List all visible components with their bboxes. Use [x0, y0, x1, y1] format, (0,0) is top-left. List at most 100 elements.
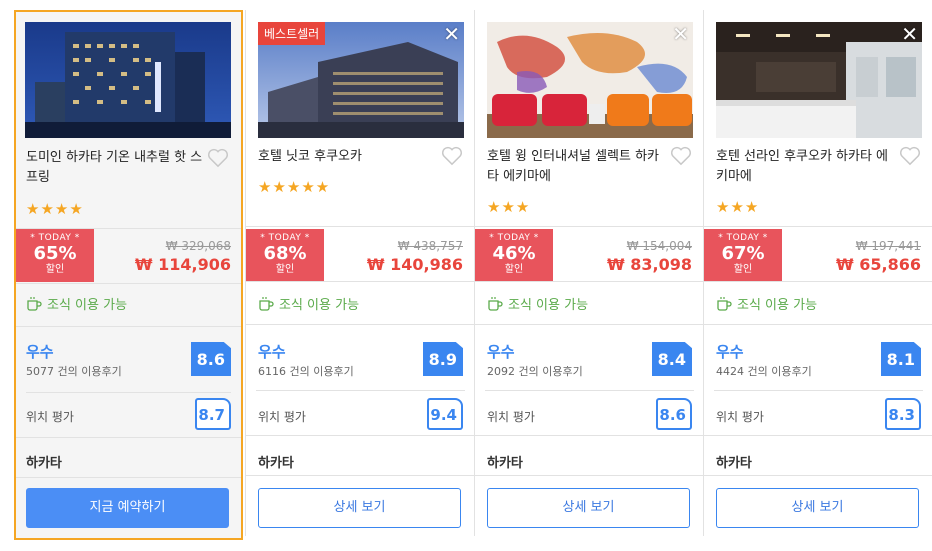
divider: [16, 283, 241, 284]
location-score: 8.6: [656, 398, 692, 430]
divider: [16, 477, 241, 478]
discount-percent: 46%: [492, 243, 536, 264]
hotel-photo[interactable]: 베스트셀러 ✕: [258, 22, 464, 138]
today-discount-badge: * TODAY * 46% 할인: [475, 229, 553, 282]
breakfast-label: 조식 이용 가능: [279, 298, 360, 313]
today-label: * TODAY *: [718, 233, 768, 243]
today-discount-badge: * TODAY * 65% 할인: [16, 229, 94, 282]
coffee-cup-icon: [259, 296, 274, 311]
sale-price: ₩ 114,906: [134, 255, 231, 274]
bestseller-badge: 베스트셀러: [258, 22, 326, 45]
review-grade: 우수: [487, 343, 515, 361]
today-label: * TODAY *: [30, 233, 80, 243]
divider: [714, 390, 923, 391]
discount-percent: 68%: [263, 243, 307, 264]
hotel-area: 하카타: [716, 456, 752, 471]
discount-word: 할인: [504, 264, 524, 275]
sale-price: ₩ 65,866: [836, 255, 921, 274]
divider: [704, 435, 932, 436]
discount-percent: 65%: [33, 243, 77, 264]
review-count[interactable]: 6116 건의 이용후기: [258, 363, 354, 379]
hotel-name[interactable]: 호텐 선라인 후쿠오카 하카타 에키마에: [716, 147, 896, 187]
divider: [704, 324, 932, 325]
star-rating: ★★★: [716, 198, 760, 216]
discount-percent: 67%: [721, 243, 765, 264]
breakfast-label: 조식 이용 가능: [508, 298, 589, 313]
review-score: 8.9: [423, 342, 463, 376]
star-rating: ★★★★: [26, 200, 84, 218]
hotel-photo[interactable]: [25, 22, 231, 138]
discount-word: 할인: [733, 264, 753, 275]
today-label: * TODAY *: [260, 233, 310, 243]
hotel-area: 하카타: [26, 456, 62, 471]
location-score: 8.7: [195, 398, 231, 430]
location-rating-label: 위치 평가: [716, 410, 764, 424]
heart-icon[interactable]: [441, 146, 463, 166]
location-rating-label: 위치 평가: [26, 410, 74, 424]
divider: [246, 475, 475, 476]
original-price: ₩ 438,757: [397, 239, 463, 253]
review-score: 8.1: [881, 342, 921, 376]
review-count[interactable]: 4424 건의 이용후기: [716, 363, 812, 379]
coffee-cup-icon: [488, 296, 503, 311]
divider: [246, 281, 475, 282]
close-icon[interactable]: ✕: [901, 24, 918, 44]
discount-word: 할인: [45, 264, 65, 275]
hotel-name[interactable]: 호텔 윙 인터내셔널 셀렉트 하카타 에키마에: [487, 147, 667, 187]
divider: [704, 475, 932, 476]
location-rating-label: 위치 평가: [258, 410, 306, 424]
hotel-card[interactable]: 도미인 하카타 기온 내추럴 핫 스프링 ★★★★ * TODAY * 65% …: [14, 10, 243, 540]
breakfast-info: 조식 이용 가능: [716, 294, 817, 313]
original-price: ₩ 329,068: [165, 239, 231, 253]
sale-price: ₩ 83,098: [607, 255, 692, 274]
heart-icon[interactable]: [899, 146, 921, 166]
location-rating-label: 위치 평가: [487, 410, 535, 424]
book-now-button[interactable]: 지금 예약하기: [26, 488, 229, 528]
heart-icon[interactable]: [670, 146, 692, 166]
hotel-name[interactable]: 도미인 하카타 기온 내추럴 핫 스프링: [26, 148, 206, 188]
review-score: 8.4: [652, 342, 692, 376]
divider: [475, 281, 704, 282]
star-rating: ★★★: [487, 198, 531, 216]
discount-word: 할인: [275, 264, 295, 275]
today-label: * TODAY *: [489, 233, 539, 243]
divider: [246, 226, 475, 227]
divider: [475, 324, 704, 325]
original-price: ₩ 154,004: [626, 239, 692, 253]
location-score: 8.3: [885, 398, 921, 430]
divider: [246, 324, 475, 325]
breakfast-info: 조식 이용 가능: [487, 294, 588, 313]
divider: [485, 390, 694, 391]
today-discount-badge: * TODAY * 68% 할인: [246, 229, 324, 282]
location-score: 9.4: [427, 398, 463, 430]
close-icon[interactable]: ✕: [443, 24, 460, 44]
hotel-card[interactable]: 베스트셀러 ✕ 호텔 닛코 후쿠오카 ★★★★★ * TODAY * 68% 할…: [246, 10, 475, 540]
hotel-card[interactable]: ✕ 호텐 선라인 후쿠오카 하카타 에키마에 ★★★ * TODAY * 67%…: [704, 10, 932, 540]
hotel-name[interactable]: 호텔 닛코 후쿠오카: [258, 147, 438, 167]
star-rating: ★★★★★: [258, 178, 331, 196]
hotel-photo[interactable]: ✕: [487, 22, 693, 138]
close-icon[interactable]: ✕: [672, 24, 689, 44]
coffee-cup-icon: [717, 296, 732, 311]
today-discount-badge: * TODAY * 67% 할인: [704, 229, 782, 282]
review-grade: 우수: [716, 343, 744, 361]
sale-price: ₩ 140,986: [366, 255, 463, 274]
divider: [16, 437, 241, 438]
divider: [475, 435, 704, 436]
review-grade: 우수: [26, 343, 54, 361]
divider: [16, 326, 241, 327]
view-details-button[interactable]: 상세 보기: [487, 488, 690, 528]
hotel-card[interactable]: ✕ 호텔 윙 인터내셔널 셀렉트 하카타 에키마에 ★★★ * TODAY * …: [475, 10, 704, 540]
hotel-photo[interactable]: ✕: [716, 22, 922, 138]
coffee-cup-icon: [27, 296, 42, 311]
divider: [475, 475, 704, 476]
view-details-button[interactable]: 상세 보기: [716, 488, 919, 528]
divider: [256, 390, 465, 391]
review-count[interactable]: 5077 건의 이용후기: [26, 363, 122, 379]
divider: [704, 226, 932, 227]
review-count[interactable]: 2092 건의 이용후기: [487, 363, 583, 379]
view-details-button[interactable]: 상세 보기: [258, 488, 461, 528]
breakfast-info: 조식 이용 가능: [258, 294, 359, 313]
divider: [246, 435, 475, 436]
heart-icon[interactable]: [207, 148, 229, 168]
